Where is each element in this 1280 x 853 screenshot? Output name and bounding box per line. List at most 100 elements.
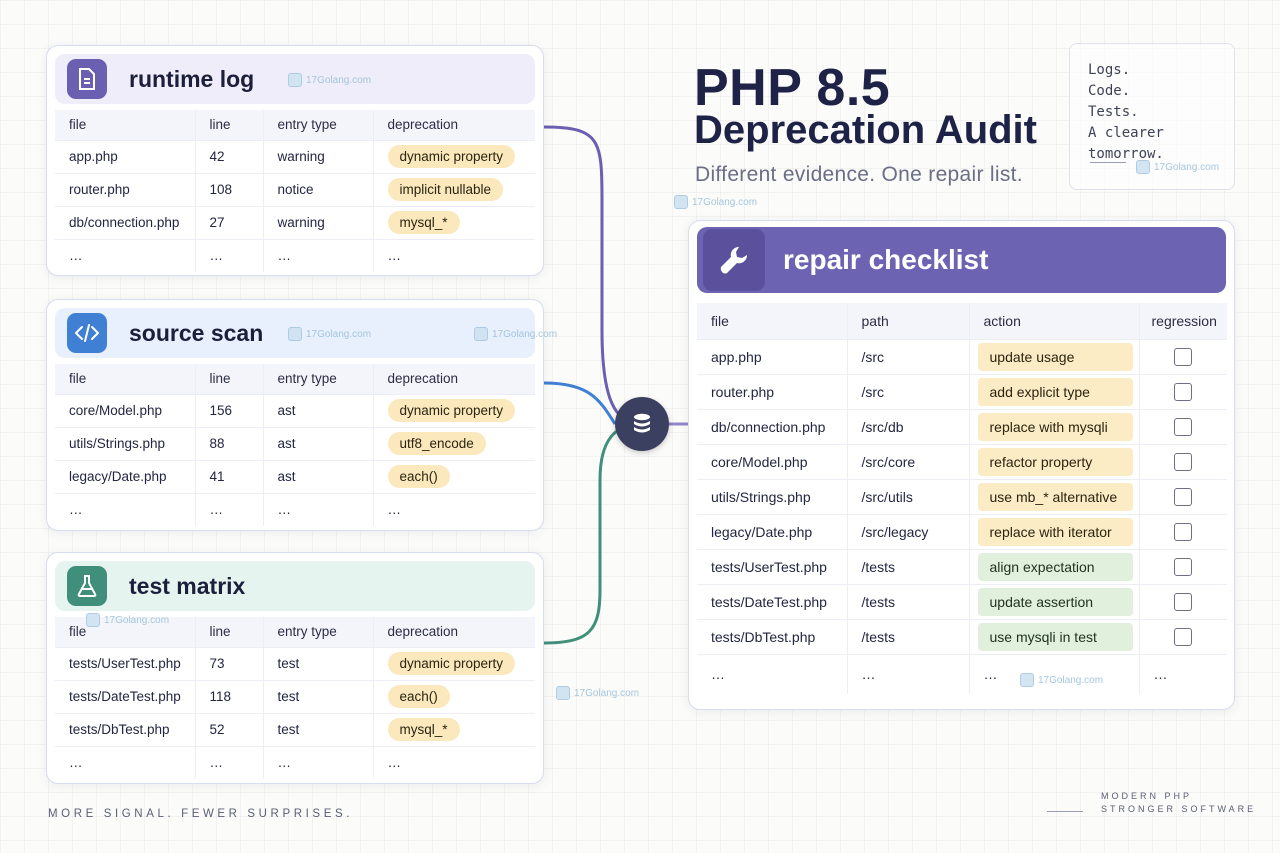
watermark-logo xyxy=(1020,673,1034,687)
cell-regression xyxy=(1138,618,1227,654)
footer-divider xyxy=(1047,811,1083,812)
action-tag: use mb_* alternative xyxy=(977,482,1133,511)
test-matrix-title: test matrix xyxy=(129,572,246,599)
table-row: app.php 42 warning dynamic property xyxy=(55,139,535,173)
regression-checkbox[interactable] xyxy=(1174,487,1193,506)
cell-line: 118 xyxy=(194,679,263,713)
cell-file: router.php xyxy=(697,373,847,409)
column-header: regression xyxy=(1138,303,1227,339)
column-header: line xyxy=(194,364,263,394)
cell-regression xyxy=(1138,443,1227,479)
cell-action: update usage xyxy=(968,338,1139,374)
page-title-line2: Deprecation Audit xyxy=(694,108,1037,152)
action-tag: use mysqli in test xyxy=(977,622,1133,651)
note-line: Logs. xyxy=(1088,62,1131,78)
deprecation-pill: each() xyxy=(387,465,450,488)
cell-regression xyxy=(1138,373,1227,409)
table-row: router.php 108 notice implicit nullable xyxy=(55,172,535,206)
watermark-logo xyxy=(1136,160,1150,174)
watermark: 17Golang.com xyxy=(288,327,371,341)
column-header: entry type xyxy=(262,364,373,394)
footer-brand-line: STRONGER SOFTWARE xyxy=(1101,804,1257,814)
deprecation-pill: implicit nullable xyxy=(387,178,504,201)
checklist-row: core/Model.php/src/core refactor property xyxy=(697,443,1227,479)
cell-deprecation: each() xyxy=(372,459,535,493)
repair-checklist-card: repair checklist file path action regres… xyxy=(688,220,1235,710)
checklist-row: utils/Strings.php/src/utils use mb_* alte… xyxy=(697,478,1227,514)
cell-deprecation: mysql_* xyxy=(372,205,535,239)
cell-regression xyxy=(1138,513,1227,549)
cell-file: core/Model.php xyxy=(697,443,847,479)
regression-checkbox[interactable] xyxy=(1174,627,1193,646)
watermark-text: 17Golang.com xyxy=(492,328,558,340)
cell-line: 42 xyxy=(194,139,263,173)
column-header: file xyxy=(55,110,195,140)
regression-checkbox[interactable] xyxy=(1174,347,1193,366)
repair-checklist-header: repair checklist xyxy=(697,227,1226,293)
column-header: entry type xyxy=(262,110,373,140)
cell-path: /tests xyxy=(846,618,969,654)
cell-regression xyxy=(1138,478,1227,514)
code-icon xyxy=(67,313,107,353)
cell-file: tests/DateTest.php xyxy=(55,679,195,713)
deprecation-pill: dynamic property xyxy=(387,145,516,168)
cell-action: use mysqli in test xyxy=(968,618,1139,654)
cell-entry-type: ast xyxy=(262,459,373,493)
regression-checkbox[interactable] xyxy=(1174,417,1193,436)
watermark-text: 17Golang.com xyxy=(1154,161,1220,173)
cell-deprecation: … xyxy=(372,745,535,779)
regression-checkbox[interactable] xyxy=(1174,382,1193,401)
cell-action: align expectation xyxy=(968,548,1139,584)
regression-checkbox[interactable] xyxy=(1174,557,1193,576)
watermark-text: 17Golang.com xyxy=(692,196,758,208)
flask-icon xyxy=(67,566,107,606)
database-hub xyxy=(615,397,669,451)
cell-action: add explicit type xyxy=(968,373,1139,409)
table-row: utils/Strings.php 88 ast utf8_encode xyxy=(55,426,535,460)
regression-checkbox[interactable] xyxy=(1174,452,1193,471)
table-row: legacy/Date.php 41 ast each() xyxy=(55,459,535,493)
cell-line: 41 xyxy=(194,459,263,493)
cell-path: /src/legacy xyxy=(846,513,969,549)
checklist-row: legacy/Date.php/src/legacy replace with i… xyxy=(697,513,1227,549)
note-divider xyxy=(1090,162,1126,163)
cell-entry-type: … xyxy=(262,238,373,272)
cell-deprecation: … xyxy=(372,238,535,272)
source-scan-table: file line entry type deprecation core/Mo… xyxy=(55,364,535,526)
column-header: deprecation xyxy=(372,110,535,140)
cell-deprecation: dynamic property xyxy=(372,646,535,680)
cell-file: … xyxy=(697,653,847,694)
cell-entry-type: notice xyxy=(262,172,373,206)
cell-file: tests/DateTest.php xyxy=(697,583,847,619)
repair-checklist-title: repair checklist xyxy=(783,244,989,275)
deprecation-pill: dynamic property xyxy=(387,399,516,422)
column-header: deprecation xyxy=(372,364,535,394)
column-header: path xyxy=(846,303,969,339)
cell-line: … xyxy=(194,238,263,272)
regression-checkbox[interactable] xyxy=(1174,522,1193,541)
cell-path: /src/db xyxy=(846,408,969,444)
cell-deprecation: dynamic property xyxy=(372,139,535,173)
document-icon xyxy=(67,59,107,99)
cell-path: /src xyxy=(846,338,969,374)
watermark: 17Golang.com xyxy=(556,686,639,700)
cell-line: 73 xyxy=(194,646,263,680)
table-row: db/connection.php 27 warning mysql_* xyxy=(55,205,535,239)
cell-line: … xyxy=(194,492,263,526)
runtime-log-table: file line entry type deprecation app.php… xyxy=(55,110,535,272)
watermark-logo xyxy=(86,613,100,627)
cell-regression xyxy=(1138,338,1227,374)
column-header: line xyxy=(194,617,263,647)
runtime-log-title: runtime log xyxy=(129,65,255,92)
test-matrix-table: file line entry type deprecation tests/U… xyxy=(55,617,535,779)
cell-path: /tests xyxy=(846,548,969,584)
cell-entry-type: warning xyxy=(262,205,373,239)
cell-entry-type: test xyxy=(262,679,373,713)
action-tag: replace with iterator xyxy=(977,517,1133,546)
table-row: … … … … xyxy=(55,745,535,779)
cell-line: 52 xyxy=(194,712,263,746)
wrench-icon xyxy=(703,229,765,291)
cell-line: 88 xyxy=(194,426,263,460)
footer-brand: MODERN PHP STRONGER SOFTWARE xyxy=(1101,790,1256,816)
regression-checkbox[interactable] xyxy=(1174,592,1193,611)
